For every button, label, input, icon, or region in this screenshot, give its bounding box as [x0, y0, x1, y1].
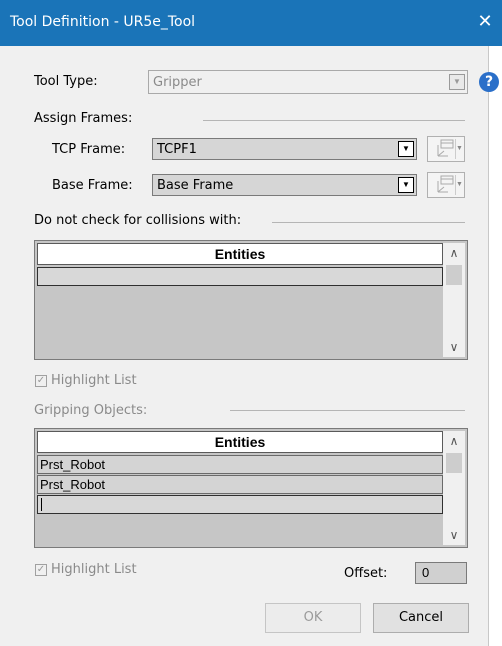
title-bar[interactable]: Tool Definition - UR5e_Tool ✕	[0, 0, 502, 46]
window-title: Tool Definition - UR5e_Tool	[10, 14, 196, 30]
table-row-edit[interactable]	[37, 495, 443, 514]
vertical-scrollbar[interactable]: ∧ ∨	[443, 431, 465, 545]
tcp-frame-value: TCPF1	[157, 142, 197, 157]
frame-picker-icon	[437, 175, 454, 193]
table-row[interactable]: Prst_Robot	[37, 455, 443, 474]
scrollbar-thumb[interactable]	[446, 265, 462, 285]
chevron-down-icon[interactable]: ∨	[443, 525, 465, 545]
tool-type-label: Tool Type:	[34, 74, 98, 89]
cancel-button[interactable]: Cancel	[373, 603, 469, 633]
section-divider	[230, 410, 465, 411]
tcp-frame-select[interactable]: TCPF1 ▼	[152, 138, 417, 160]
offset-field[interactable]: 0	[415, 562, 467, 584]
chevron-down-icon[interactable]: ▼	[455, 175, 463, 195]
tool-type-value: Gripper	[153, 75, 202, 90]
offset-label: Offset:	[344, 566, 388, 581]
scrollbar-thumb[interactable]	[446, 453, 462, 473]
collisions-entities-grid[interactable]: Entities ∧ ∨	[34, 240, 468, 360]
section-divider	[203, 120, 465, 121]
chevron-down-icon[interactable]: ▼	[398, 141, 414, 157]
entities-column-header[interactable]: Entities	[37, 243, 443, 265]
text-caret	[41, 498, 42, 511]
chevron-up-icon[interactable]: ∧	[443, 243, 465, 263]
gripping-highlight-checkbox[interactable]: ✓	[35, 564, 47, 576]
chevron-down-icon[interactable]: ∨	[443, 337, 465, 357]
tcp-frame-picker-button[interactable]: ▼	[427, 136, 465, 162]
table-row[interactable]	[37, 267, 443, 286]
gripping-entities-grid[interactable]: Entities Prst_Robot Prst_Robot ∧ ∨	[34, 428, 468, 548]
vertical-scrollbar[interactable]: ∧ ∨	[443, 243, 465, 357]
section-divider	[272, 222, 465, 223]
tcp-frame-label: TCP Frame:	[52, 142, 126, 157]
help-icon[interactable]: ?	[479, 72, 499, 92]
entities-column-header[interactable]: Entities	[37, 431, 443, 453]
assign-frames-heading: Assign Frames:	[34, 111, 133, 126]
gripping-highlight-label: Highlight List	[51, 562, 137, 577]
close-icon[interactable]: ✕	[474, 10, 496, 32]
chevron-down-icon[interactable]: ▼	[398, 177, 414, 193]
tool-type-select[interactable]: Gripper ▼	[148, 70, 468, 94]
table-row[interactable]: Prst_Robot	[37, 475, 443, 494]
chevron-up-icon[interactable]: ∧	[443, 431, 465, 451]
base-frame-picker-button[interactable]: ▼	[427, 172, 465, 198]
base-frame-select[interactable]: Base Frame ▼	[152, 174, 417, 196]
base-frame-value: Base Frame	[157, 178, 234, 193]
chevron-down-icon[interactable]: ▼	[455, 139, 463, 159]
frame-picker-icon	[437, 139, 454, 157]
collisions-highlight-checkbox[interactable]: ✓	[35, 375, 47, 387]
collisions-highlight-label: Highlight List	[51, 373, 137, 388]
ok-button[interactable]: OK	[265, 603, 361, 633]
checkmark-icon: ✓	[36, 375, 46, 386]
collisions-heading: Do not check for collisions with:	[34, 213, 242, 228]
checkmark-icon: ✓	[36, 564, 46, 575]
base-frame-label: Base Frame:	[52, 178, 133, 193]
gripping-objects-heading: Gripping Objects:	[34, 403, 148, 418]
chevron-down-icon[interactable]: ▼	[449, 74, 465, 90]
